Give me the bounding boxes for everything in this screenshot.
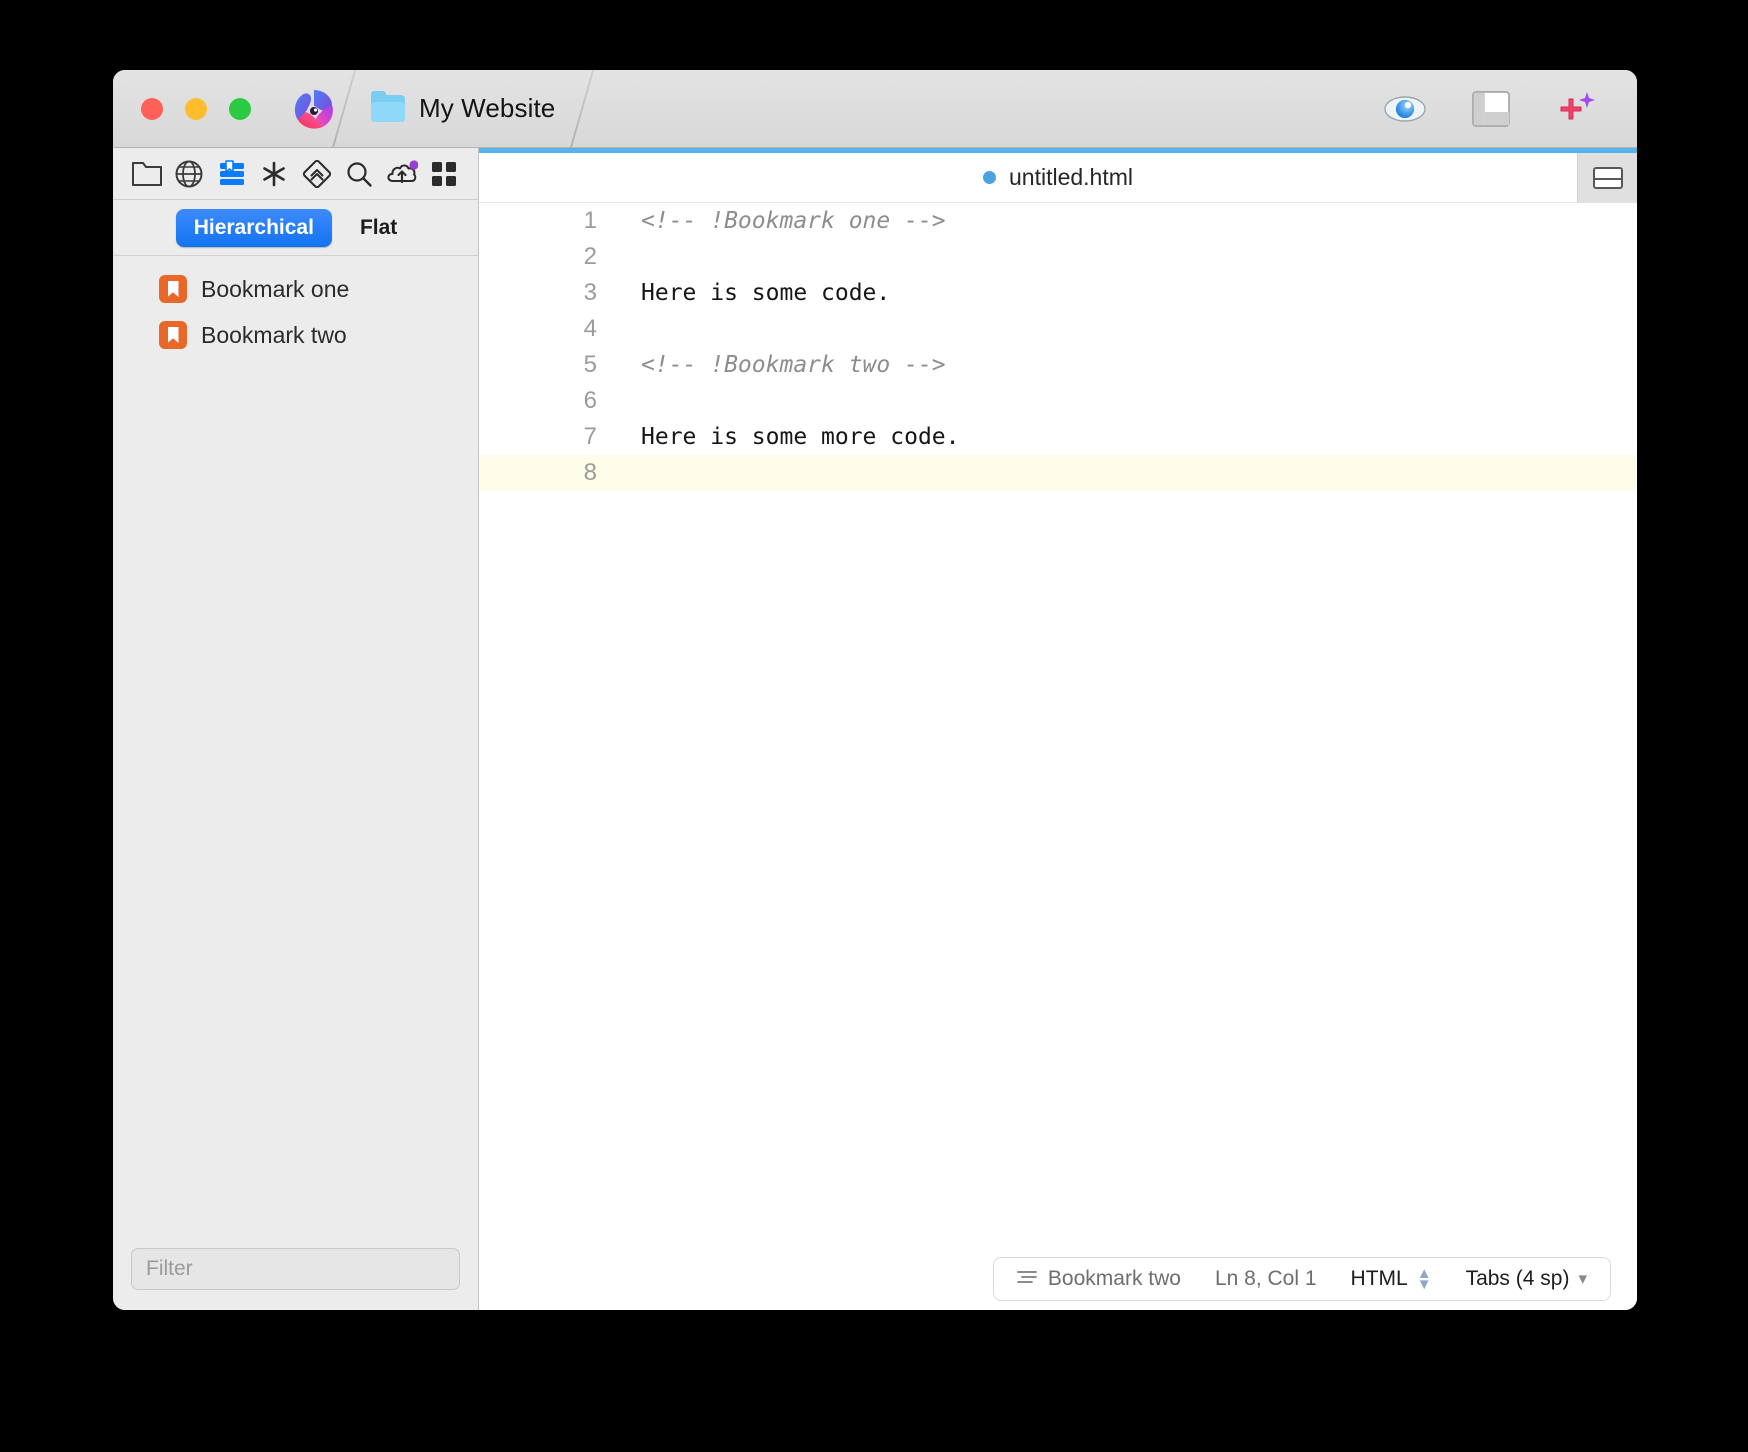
unsaved-indicator-dot [982,171,996,184]
list-item[interactable]: Bookmark one [113,266,478,312]
publish-tab[interactable] [384,156,420,192]
line-number: 4 [583,315,597,342]
source-control-tab[interactable] [299,156,335,192]
split-editor-button[interactable] [1577,153,1637,203]
code-line: 5 <!-- !Bookmark two --> [479,347,1637,383]
nova-app-icon [291,86,337,132]
editor-pane: untitled.html 1 <!-- !Bookmark one --> 2… [479,148,1637,1310]
new-ai-button[interactable] [1555,91,1599,127]
bookmark-list: Bookmark one Bookmark two [113,256,478,1234]
sidebar-toolbar [113,148,478,200]
bookmark-label: Bookmark two [201,321,347,348]
extensions-tab[interactable] [426,156,462,192]
lines-list-icon [1017,1267,1039,1291]
application-window: My Website Hierarchical Flat Bookmark on… [113,70,1637,1310]
status-group: Bookmark two Ln 8, Col 1 HTML ▲ ▼ Tabs (4… [992,1257,1611,1301]
bookmarks-tab[interactable] [214,156,250,192]
line-number: 2 [583,243,597,270]
line-content: <!-- !Bookmark two --> [641,352,946,378]
line-number: 7 [583,423,597,450]
zoom-window-button[interactable] [229,97,251,120]
bookmark-view-segmented-control: Hierarchical Flat [113,200,478,256]
filter-container: Filter [113,1234,478,1310]
sidebar: Hierarchical Flat Bookmark one Bookmark … [113,148,479,1310]
bookmark-ribbon-icon [159,321,187,349]
split-horizontal-icon [1592,167,1623,189]
snippets-tab[interactable] [256,156,292,192]
segment-hierarchical[interactable]: Hierarchical [175,208,332,247]
search-tab[interactable] [341,156,377,192]
window-body: Hierarchical Flat Bookmark one Bookmark … [113,148,1637,1310]
breadcrumb-label: Bookmark two [1047,1267,1181,1290]
titlebar-toolbar [1383,90,1599,127]
window-controls [141,97,251,120]
code-line: 3 Here is some code. [479,275,1637,311]
line-content: Here is some code. [641,280,891,306]
line-number: 5 [583,351,597,378]
code-editor[interactable]: 1 <!-- !Bookmark one --> 2 3 Here is som… [479,203,1637,1248]
files-tab[interactable] [129,156,165,192]
code-line: 4 [479,311,1637,347]
line-number: 8 [583,459,597,486]
line-number: 1 [583,207,597,234]
close-window-button[interactable] [141,97,163,120]
language-selector[interactable]: HTML ▲ ▼ [1334,1265,1449,1293]
language-label: HTML [1350,1267,1408,1290]
filter-input[interactable]: Filter [131,1248,460,1290]
chevron-down-icon: ▾ [1578,1269,1587,1288]
stepper-icon: ▲ ▼ [1416,1265,1432,1293]
preview-eye-button[interactable] [1383,91,1427,127]
title-bar: My Website [113,70,1637,148]
project-tab[interactable]: My Website [351,70,575,148]
code-line: 2 [479,239,1637,275]
globe-tab[interactable] [171,156,207,192]
bookmark-ribbon-icon [159,275,187,303]
editor-tab-bar: untitled.html [479,153,1637,203]
indentation-label: Tabs (4 sp) [1465,1267,1570,1290]
status-bar: Bookmark two Ln 8, Col 1 HTML ▲ ▼ Tabs (4… [479,1248,1637,1310]
code-line: 1 <!-- !Bookmark one --> [479,203,1637,239]
indentation-selector[interactable]: Tabs (4 sp) ▾ [1449,1267,1604,1291]
line-content: Here is some more code. [641,424,960,450]
breadcrumb[interactable]: Bookmark two [1000,1267,1198,1291]
line-number: 3 [583,279,597,306]
project-title: My Website [419,93,556,123]
cursor-position: Ln 8, Col 1 [1214,1267,1317,1290]
minimize-window-button[interactable] [185,97,207,120]
folder-icon [371,91,405,122]
code-line: 6 [479,383,1637,419]
line-content: <!-- !Bookmark one --> [641,208,946,234]
segment-flat[interactable]: Flat [342,209,415,247]
layout-toggle-button[interactable] [1469,90,1513,127]
line-number: 6 [583,387,597,414]
code-line: 7 Here is some more code. [479,419,1637,455]
list-item[interactable]: Bookmark two [113,312,478,358]
code-line-current: 8 [479,455,1637,491]
bookmark-label: Bookmark one [201,275,350,302]
tab-untitled-html[interactable]: untitled.html [982,164,1133,191]
tab-filename: untitled.html [1008,164,1133,190]
